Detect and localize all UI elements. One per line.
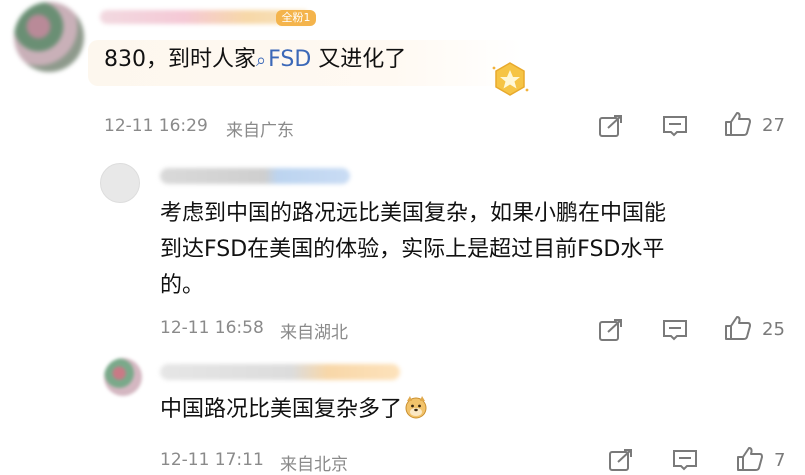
- search-icon: ⌕: [256, 50, 267, 71]
- reply-text-line: 到达FSD在美国的体验，实际上是超过目前FSD水平: [160, 237, 665, 262]
- like-count: 25: [762, 319, 785, 340]
- avatar[interactable]: [14, 2, 84, 72]
- comment-icon[interactable]: [672, 448, 698, 472]
- username-blurred[interactable]: [160, 364, 400, 380]
- comment-text-prefix: 830，到时人家: [104, 47, 256, 72]
- hashtag-link[interactable]: FSD: [268, 47, 311, 72]
- avatar[interactable]: [104, 358, 142, 396]
- like-count: 27: [762, 115, 785, 136]
- reply-timestamp: 12-11 17:11: [160, 450, 264, 470]
- comment-text: 830，到时人家⌕FSD 又进化了: [104, 45, 406, 76]
- reply-location: 来自湖北: [280, 323, 348, 343]
- thumbs-up-icon[interactable]: [736, 446, 764, 472]
- reply-text: 中国路况比美国复杂多了: [160, 392, 428, 428]
- comment-timestamp: 12-11 16:29: [104, 116, 208, 136]
- reply-text-line: 中国路况比美国复杂多了: [160, 397, 403, 422]
- comment-icon[interactable]: [662, 114, 688, 138]
- reply-text-line: 考虑到中国的路况远比美国复杂，如果小鹏在中国能: [160, 201, 667, 226]
- like-count: 7: [774, 450, 786, 471]
- comment-location: 来自广东: [226, 121, 294, 141]
- comment-icon[interactable]: [662, 318, 688, 342]
- thumbs-up-icon[interactable]: [724, 111, 752, 137]
- reply-location: 来自北京: [280, 455, 348, 475]
- reply-text: 考虑到中国的路况远比美国复杂，如果小鹏在中国能 到达FSD在美国的体验，实际上是…: [160, 196, 666, 304]
- reply-text-line: 的。: [160, 273, 205, 298]
- thumbs-up-icon[interactable]: [724, 315, 752, 341]
- comment-text-suffix: 又进化了: [311, 47, 407, 72]
- fan-badge: 全粉1: [276, 10, 316, 26]
- star-badge-icon: [492, 62, 529, 96]
- username-blurred[interactable]: [160, 168, 350, 184]
- share-icon[interactable]: [608, 448, 634, 472]
- reply-timestamp: 12-11 16:58: [160, 318, 264, 338]
- avatar[interactable]: [100, 163, 140, 203]
- share-icon[interactable]: [598, 114, 624, 138]
- share-icon[interactable]: [598, 318, 624, 342]
- doge-emoji-icon: [405, 396, 427, 419]
